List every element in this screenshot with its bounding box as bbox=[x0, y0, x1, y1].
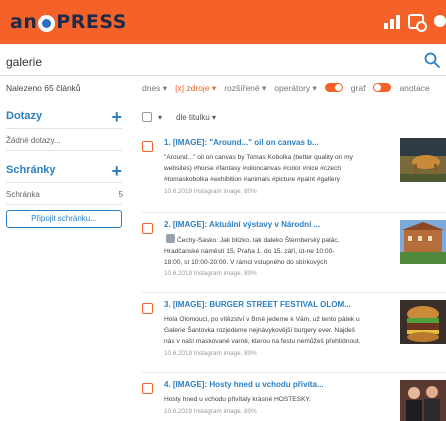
snippet-line: Hola Olomouci, po vítězství v Brně jedem… bbox=[164, 316, 360, 323]
search-bar bbox=[0, 50, 446, 76]
picture-emoji-icon bbox=[166, 234, 175, 243]
result-separator bbox=[142, 372, 446, 373]
logo-text-right: PRESS bbox=[56, 11, 127, 33]
result-snippet: Čechy-Sasko: Jak blízko, tak daleko Šter… bbox=[164, 234, 398, 268]
annotation-toggle[interactable] bbox=[373, 83, 392, 92]
result-snippet: "Around..." oil on canvas by Tomas Kobol… bbox=[164, 152, 398, 185]
result-snippet: Hosty hned u vchodu přivítaly krásné HOS… bbox=[164, 394, 398, 405]
snippet-line: 18:00, st 10:00-20:00. V rámci vstupného… bbox=[164, 259, 328, 266]
result-separator bbox=[142, 212, 446, 213]
result-meta: 10.6.2019 Instagram image, 80% bbox=[164, 270, 257, 277]
divider bbox=[6, 204, 122, 205]
snippet-line: Galerie Šantovka rozjedeme nejnávykovějš… bbox=[164, 327, 355, 334]
queries-heading: Dotazy bbox=[6, 110, 43, 122]
result-meta: 10.6.2019 Instagram image, 80% bbox=[164, 188, 257, 195]
result-separator bbox=[142, 292, 446, 293]
snippet-line: Čechy-Sasko: Jak blízko, tak daleko Šter… bbox=[177, 237, 340, 244]
result-meta: 10.6.2019 Instagram image, 80% bbox=[164, 408, 257, 415]
result-thumbnail-painting[interactable] bbox=[400, 138, 446, 182]
snippet-line: #tomaskobolka #exhibition #animals #pict… bbox=[164, 176, 340, 183]
result-checkbox[interactable] bbox=[142, 383, 153, 394]
operators-filter[interactable]: operátory ▾ bbox=[274, 83, 317, 94]
search-input[interactable] bbox=[6, 52, 411, 72]
logo-text-left: an bbox=[10, 11, 38, 33]
date-filter[interactable]: dnes ▾ bbox=[142, 83, 167, 94]
sort-dropdown[interactable]: dle titulku ▾ bbox=[176, 113, 216, 122]
snippet-line: websites) #horse #fantasy #oiloncanvas #… bbox=[164, 165, 342, 172]
filter-bar: Nalezeno 65 článků dnes ▾ [x] zdroje ▾ r… bbox=[0, 78, 446, 98]
sidebar: Dotazy + Žádné dotazy... Schránky + Schr… bbox=[0, 100, 130, 421]
sources-filter[interactable]: [x] zdroje ▾ bbox=[175, 83, 216, 94]
result-meta: 10.6.2019 Instagram image, 80% bbox=[164, 350, 257, 357]
stats-icon[interactable] bbox=[384, 13, 400, 29]
boxes-heading: Schránky bbox=[6, 164, 56, 176]
add-box-button[interactable]: + bbox=[111, 162, 122, 180]
snippet-line: Hosty hned u vchodu přivítaly krásné HOS… bbox=[164, 396, 311, 403]
result-thumbnail-burger[interactable] bbox=[400, 300, 446, 344]
snippet-line: Hradčanské náměstí 15, Praha 1. do 15. z… bbox=[164, 248, 335, 255]
search-icon[interactable] bbox=[424, 52, 440, 68]
box-count: 5 bbox=[118, 190, 123, 199]
results-count: Nalezeno 65 článků bbox=[6, 83, 81, 93]
add-query-button[interactable]: + bbox=[111, 108, 122, 126]
divider bbox=[6, 128, 122, 129]
result-checkbox[interactable] bbox=[142, 223, 153, 234]
result-thumbnail-people[interactable] bbox=[400, 380, 446, 421]
app-logo[interactable]: an PRESS bbox=[10, 10, 127, 34]
annotation-label: anotace bbox=[399, 83, 430, 93]
select-all-dropdown[interactable]: ▾ bbox=[158, 113, 162, 122]
result-title[interactable]: 2. [IMAGE]: Aktuální výstavy v Národní .… bbox=[164, 220, 396, 229]
connect-box-button[interactable]: Připojit schránku... bbox=[6, 210, 122, 228]
queries-empty-text: Žádné dotazy... bbox=[6, 136, 61, 145]
result-title[interactable]: 3. [IMAGE]: BURGER STREET FESTIVAL OLOM.… bbox=[164, 300, 396, 309]
snippet-line: nás v naší maskované varně, kterou na fe… bbox=[164, 338, 361, 345]
result-snippet: Hola Olomouci, po vítězství v Brně jedem… bbox=[164, 314, 398, 347]
result-title[interactable]: 1. [IMAGE]: "Around..." oil on canvas b.… bbox=[164, 138, 396, 147]
operators-label: operátory ▾ bbox=[274, 83, 317, 93]
result-title[interactable]: 4. [IMAGE]: Hosty hned u vchodu přivíta.… bbox=[164, 380, 396, 389]
sort-bar: ▾ dle titulku ▾ bbox=[142, 110, 216, 124]
divider bbox=[6, 150, 122, 151]
result-thumbnail-building[interactable] bbox=[400, 220, 446, 264]
sidebar-item-box[interactable]: Schránka bbox=[6, 190, 40, 199]
graph-toggle[interactable] bbox=[324, 83, 343, 92]
extended-filter[interactable]: rozšířené ▾ bbox=[224, 83, 266, 94]
divider bbox=[6, 182, 122, 183]
result-checkbox[interactable] bbox=[142, 141, 153, 152]
select-all-checkbox[interactable] bbox=[142, 112, 152, 122]
snippet-line: "Around..." oil on canvas by Tomas Kobol… bbox=[164, 154, 353, 161]
top-bar: an PRESS bbox=[0, 0, 446, 44]
user-icon[interactable] bbox=[432, 13, 446, 29]
notification-icon[interactable] bbox=[408, 13, 427, 32]
graph-label: graf bbox=[350, 83, 366, 93]
logo-mark-icon bbox=[38, 14, 56, 32]
result-checkbox[interactable] bbox=[142, 303, 153, 314]
